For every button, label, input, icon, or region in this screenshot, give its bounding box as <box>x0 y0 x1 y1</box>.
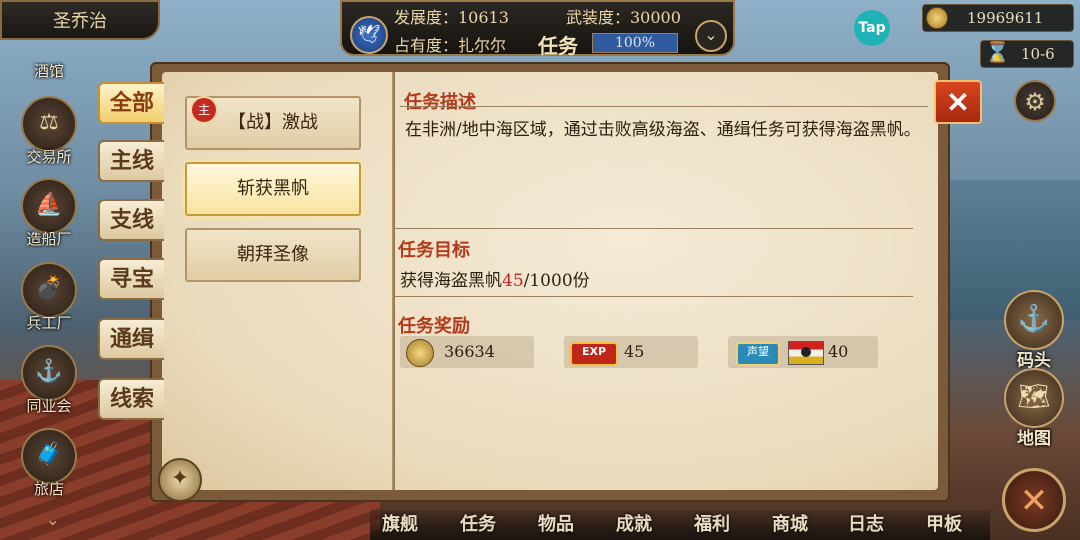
date-counter: ⌛ 10-6 <box>980 40 1074 68</box>
date-value: 10-6 <box>1021 45 1055 63</box>
mission-title: 任务 <box>538 34 578 58</box>
reward-reputation: 声望 40 <box>728 336 878 368</box>
description-rule <box>400 106 928 107</box>
goal-top-rule <box>395 228 913 229</box>
gold-counter: 19969611 <box>922 4 1074 32</box>
nav-label: 交易所 <box>26 148 72 166</box>
inn-icon: 🧳 <box>21 428 77 484</box>
reward-reputation-value: 40 <box>828 342 849 361</box>
goal-title: 任务目标 <box>398 240 470 261</box>
progress-text: 100% <box>614 35 656 51</box>
nav-exchange[interactable]: ⚖ 交易所 <box>18 96 80 167</box>
goal-suffix: /1000份 <box>523 271 590 291</box>
quest-item-pilgrimage[interactable]: 朝拜圣像 <box>185 228 361 282</box>
top-stats-bar: 🕊 发展度：10613 武装度：30000 占有度：扎尔尔 任务 100% ⌄ <box>340 0 735 58</box>
reward-exp-value: 45 <box>624 342 645 361</box>
reward-exp: EXP 45 <box>564 336 698 368</box>
reward-gold-value: 36634 <box>444 342 495 361</box>
nav-shipyard[interactable]: ⛵ 造船厂 <box>18 178 80 249</box>
scales-icon: ⚖ <box>21 96 77 152</box>
city-name[interactable]: 圣乔治 <box>0 0 160 40</box>
goal-text: 获得海盗黑帆45/1000份 <box>400 266 590 291</box>
crossed-swords-icon[interactable]: ✕ <box>1002 468 1066 532</box>
goal-prefix: 获得海盗黑帆 <box>400 271 502 291</box>
quest-item-black-sail[interactable]: 斩获黑帆 <box>185 162 361 216</box>
nav-label: 造船厂 <box>26 230 72 248</box>
development-stat: 发展度：10613 <box>394 8 509 27</box>
exp-icon: EXP <box>570 342 618 366</box>
mission-progress-bar: 100% <box>592 33 678 53</box>
description-text: 在非洲/地中海区域，通过击败高级海盗、通缉任务可获得海盗黑帆。 <box>405 120 921 140</box>
occupancy-stat: 占有度：扎尔尔 <box>394 36 507 55</box>
nav-inn[interactable]: 🧳 旅店 <box>18 428 80 499</box>
tab-wanted[interactable]: 通缉 <box>98 318 164 360</box>
taptap-button[interactable]: Tap <box>854 10 890 46</box>
ship-icon: ⛵ <box>21 178 77 234</box>
map-icon: 🗺 <box>1004 368 1064 428</box>
bottom-nav-log[interactable]: 日志 <box>848 510 884 536</box>
tab-all[interactable]: 全部 <box>98 82 164 124</box>
bottom-nav-items[interactable]: 物品 <box>538 510 574 536</box>
reward-gold: 36634 <box>400 336 534 368</box>
nav-label: 兵工厂 <box>26 314 72 332</box>
close-button[interactable]: ✕ <box>934 80 982 124</box>
reputation-icon: 声望 <box>736 342 780 366</box>
bottom-nav-flagship[interactable]: 旗舰 <box>382 510 418 536</box>
bottom-nav-deck[interactable]: 甲板 <box>926 510 962 536</box>
bottom-nav-welfare[interactable]: 福利 <box>694 510 730 536</box>
nav-label: 地图 <box>1017 429 1051 449</box>
panel-divider <box>392 72 395 490</box>
description-title: 任务描述 <box>404 92 476 113</box>
goal-bottom-rule <box>395 296 913 297</box>
nav-guild[interactable]: ⚓ 同业会 <box>18 345 80 416</box>
gold-coin-icon <box>406 339 434 367</box>
nav-dock[interactable]: ⚓ 码头 <box>1004 290 1064 371</box>
gold-coin-icon <box>926 7 948 29</box>
nav-arsenal[interactable]: 💣 兵工厂 <box>18 262 80 333</box>
dock-icon: ⚓ <box>1004 290 1064 350</box>
tab-side[interactable]: 支线 <box>98 199 164 241</box>
guild-icon: ⚓ <box>21 345 77 401</box>
nav-tavern[interactable]: 酒馆 <box>18 52 80 81</box>
nav-label: 酒馆 <box>33 62 64 80</box>
nav-label: 同业会 <box>26 397 72 415</box>
scroll-down-icon[interactable]: ⌄ <box>46 510 59 529</box>
nav-map[interactable]: 🗺 地图 <box>1004 368 1064 449</box>
tab-main[interactable]: 主线 <box>98 140 164 182</box>
chevron-down-icon[interactable]: ⌄ <box>695 20 727 52</box>
nav-label: 旅店 <box>33 480 64 498</box>
hourglass-icon: ⌛ <box>985 40 1010 64</box>
nation-flag-icon <box>788 341 824 365</box>
bottom-nav-missions[interactable]: 任务 <box>460 510 496 536</box>
reward-title: 任务奖励 <box>398 316 470 337</box>
dove-emblem-icon[interactable]: 🕊 <box>350 16 388 54</box>
goal-current: 45 <box>502 271 524 291</box>
bottom-nav-shop[interactable]: 商城 <box>772 510 808 536</box>
main-quest-badge: 主 <box>190 96 218 124</box>
gold-value: 19969611 <box>967 9 1044 27</box>
compass-icon[interactable]: ✦ <box>158 458 202 502</box>
gear-icon[interactable]: ⚙ <box>1014 80 1056 122</box>
tab-treasure[interactable]: 寻宝 <box>98 258 164 300</box>
cannon-icon: 💣 <box>21 262 77 318</box>
armament-stat: 武装度：30000 <box>566 8 681 27</box>
tab-clues[interactable]: 线索 <box>98 378 164 420</box>
bottom-nav-achievements[interactable]: 成就 <box>616 510 652 536</box>
